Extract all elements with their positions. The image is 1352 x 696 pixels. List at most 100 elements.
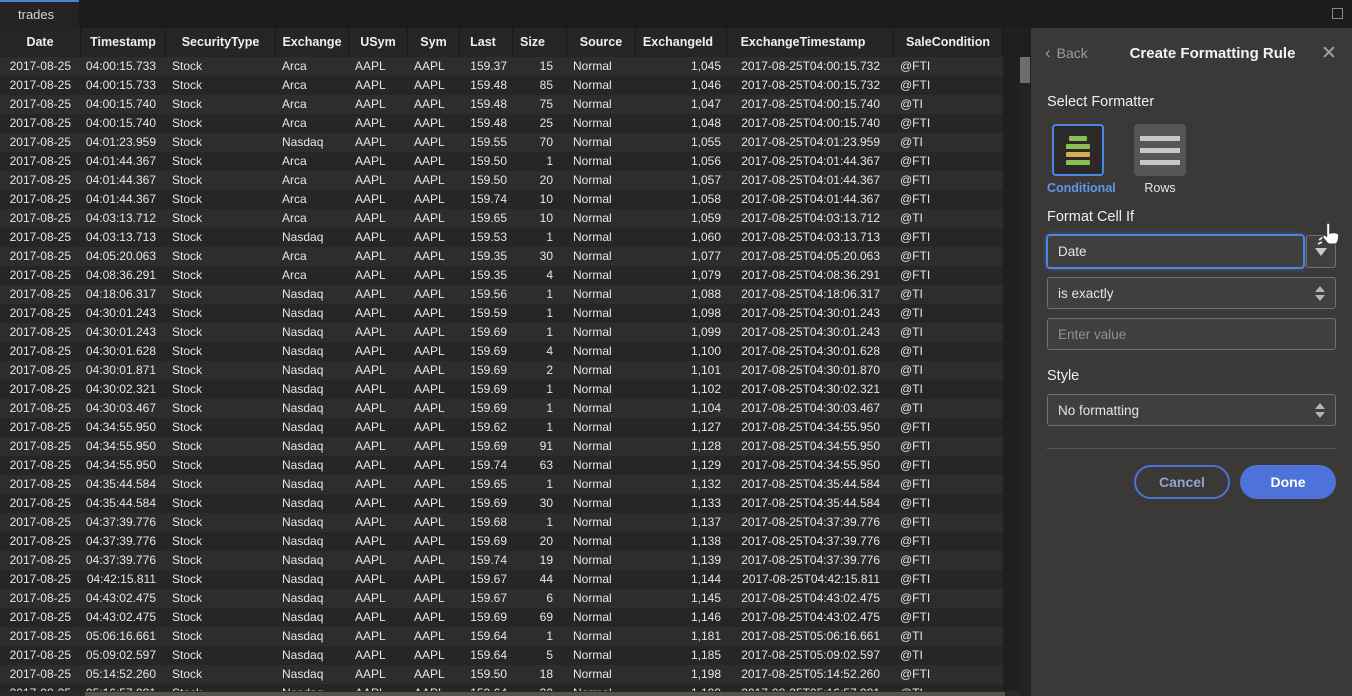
- close-icon[interactable]: ✕: [1316, 42, 1342, 65]
- column-header-source[interactable]: Source: [567, 28, 636, 57]
- cell: AAPL: [408, 76, 460, 95]
- column-header-salecondition[interactable]: SaleCondition: [894, 28, 1003, 57]
- formatter-option-rows[interactable]: [1134, 124, 1186, 176]
- cell: Stock: [166, 532, 276, 551]
- column-dropdown-value: Date: [1047, 235, 1304, 268]
- cell: 2017-08-25: [0, 646, 81, 665]
- cell: 159.48: [460, 76, 513, 95]
- cell: 159.69: [460, 494, 513, 513]
- table-row[interactable]: 2017-08-2505:09:02.597StockNasdaqAAPLAAP…: [0, 646, 1003, 665]
- cell: 04:34:55.950: [81, 437, 166, 456]
- done-button[interactable]: Done: [1240, 465, 1336, 499]
- table-row[interactable]: 2017-08-2505:14:52.260StockNasdaqAAPLAAP…: [0, 665, 1003, 684]
- cell: AAPL: [349, 399, 408, 418]
- table-row[interactable]: 2017-08-2504:01:44.367StockArcaAAPLAAPL1…: [0, 171, 1003, 190]
- cell: AAPL: [408, 399, 460, 418]
- table-row[interactable]: 2017-08-2504:42:15.811StockNasdaqAAPLAAP…: [0, 570, 1003, 589]
- table-row[interactable]: 2017-08-2504:00:15.733StockArcaAAPLAAPL1…: [0, 57, 1003, 76]
- horizontal-scrollbar-thumb[interactable]: [85, 692, 1005, 696]
- cell: 2017-08-25: [0, 380, 81, 399]
- cell: 2017-08-25: [0, 133, 81, 152]
- cell: 04:35:44.584: [81, 475, 166, 494]
- cell: 2017-08-25: [0, 513, 81, 532]
- column-header-sym[interactable]: Sym: [408, 28, 460, 57]
- vertical-scrollbar-thumb[interactable]: [1020, 57, 1030, 83]
- table-row[interactable]: 2017-08-2504:00:15.733StockArcaAAPLAAPL1…: [0, 76, 1003, 95]
- table-row[interactable]: 2017-08-2504:43:02.475StockNasdaqAAPLAAP…: [0, 589, 1003, 608]
- table-row[interactable]: 2017-08-2504:37:39.776StockNasdaqAAPLAAP…: [0, 551, 1003, 570]
- cell: @FTI: [894, 494, 1003, 513]
- column-header-usym[interactable]: USym: [349, 28, 408, 57]
- table-row[interactable]: 2017-08-2504:08:36.291StockArcaAAPLAAPL1…: [0, 266, 1003, 285]
- table-row[interactable]: 2017-08-2504:01:44.367StockArcaAAPLAAPL1…: [0, 152, 1003, 171]
- table-row[interactable]: 2017-08-2504:34:55.950StockNasdaqAAPLAAP…: [0, 418, 1003, 437]
- cell: Stock: [166, 418, 276, 437]
- cell: Nasdaq: [276, 608, 349, 627]
- table-row[interactable]: 2017-08-2504:35:44.584StockNasdaqAAPLAAP…: [0, 494, 1003, 513]
- table-row[interactable]: 2017-08-2504:37:39.776StockNasdaqAAPLAAP…: [0, 532, 1003, 551]
- style-select-value: No formatting: [1058, 403, 1315, 418]
- cell: Nasdaq: [276, 380, 349, 399]
- table-row[interactable]: 2017-08-2504:18:06.317StockNasdaqAAPLAAP…: [0, 285, 1003, 304]
- tab-trades[interactable]: trades: [0, 0, 79, 28]
- table-row[interactable]: 2017-08-2504:03:13.712StockArcaAAPLAAPL1…: [0, 209, 1003, 228]
- column-header-last[interactable]: Last: [460, 28, 513, 57]
- cell: 2017-08-25T04:34:55.950: [727, 437, 894, 456]
- cell: 1: [513, 627, 567, 646]
- column-header-securitytype[interactable]: SecurityType: [166, 28, 276, 57]
- column-header-exchangetimestamp[interactable]: ExchangeTimestamp: [727, 28, 894, 57]
- formatter-option-conditional[interactable]: [1052, 124, 1104, 176]
- cell: Normal: [567, 152, 636, 171]
- cell: 04:37:39.776: [81, 532, 166, 551]
- table-row[interactable]: 2017-08-2504:30:01.243StockNasdaqAAPLAAP…: [0, 304, 1003, 323]
- table-row[interactable]: 2017-08-2504:01:44.367StockArcaAAPLAAPL1…: [0, 190, 1003, 209]
- column-header-exchangeid[interactable]: ExchangeId: [636, 28, 727, 57]
- table-row[interactable]: 2017-08-2504:34:55.950StockNasdaqAAPLAAP…: [0, 437, 1003, 456]
- cell: AAPL: [349, 57, 408, 76]
- table-row[interactable]: 2017-08-2504:00:15.740StockArcaAAPLAAPL1…: [0, 95, 1003, 114]
- column-header-date[interactable]: Date: [0, 28, 81, 57]
- cell: 2017-08-25: [0, 399, 81, 418]
- cell: 20: [513, 171, 567, 190]
- table-row[interactable]: 2017-08-2504:37:39.776StockNasdaqAAPLAAP…: [0, 513, 1003, 532]
- maximize-icon[interactable]: [1332, 8, 1343, 19]
- cell: Stock: [166, 323, 276, 342]
- cell: @FTI: [894, 418, 1003, 437]
- column-header-size[interactable]: Size: [513, 28, 567, 57]
- table-row[interactable]: 2017-08-2504:30:01.871StockNasdaqAAPLAAP…: [0, 361, 1003, 380]
- cell: 1,132: [636, 475, 727, 494]
- table-row[interactable]: 2017-08-2504:05:20.063StockArcaAAPLAAPL1…: [0, 247, 1003, 266]
- table-row[interactable]: 2017-08-2504:30:01.628StockNasdaqAAPLAAP…: [0, 342, 1003, 361]
- style-select[interactable]: No formatting: [1047, 394, 1336, 426]
- table-row[interactable]: 2017-08-2504:43:02.475StockNasdaqAAPLAAP…: [0, 608, 1003, 627]
- column-header-timestamp[interactable]: Timestamp: [81, 28, 166, 57]
- column-dropdown[interactable]: Date: [1047, 235, 1336, 268]
- cell: 1,088: [636, 285, 727, 304]
- cell: Stock: [166, 513, 276, 532]
- table-row[interactable]: 2017-08-2505:06:16.661StockNasdaqAAPLAAP…: [0, 627, 1003, 646]
- table-row[interactable]: 2017-08-2504:30:01.243StockNasdaqAAPLAAP…: [0, 323, 1003, 342]
- tab-bar: trades: [0, 0, 1352, 28]
- vertical-scrollbar[interactable]: [1019, 57, 1031, 696]
- back-button[interactable]: ‹ Back: [1045, 45, 1109, 61]
- cell: AAPL: [408, 418, 460, 437]
- table-row[interactable]: 2017-08-2504:03:13.713StockNasdaqAAPLAAP…: [0, 228, 1003, 247]
- table-row[interactable]: 2017-08-2504:35:44.584StockNasdaqAAPLAAP…: [0, 475, 1003, 494]
- horizontal-scrollbar[interactable]: [0, 691, 1019, 696]
- table-row[interactable]: 2017-08-2504:30:03.467StockNasdaqAAPLAAP…: [0, 399, 1003, 418]
- cancel-button[interactable]: Cancel: [1134, 465, 1230, 499]
- column-header-exchange[interactable]: Exchange: [276, 28, 349, 57]
- cell: Normal: [567, 570, 636, 589]
- cell: 2017-08-25T04:34:55.950: [727, 418, 894, 437]
- operator-select[interactable]: is exactly: [1047, 277, 1336, 309]
- dropdown-arrow-button[interactable]: [1306, 235, 1336, 268]
- cell: AAPL: [408, 627, 460, 646]
- cell: AAPL: [349, 418, 408, 437]
- table-row[interactable]: 2017-08-2504:01:23.959StockNasdaqAAPLAAP…: [0, 133, 1003, 152]
- value-input[interactable]: [1047, 318, 1336, 350]
- cell: Normal: [567, 57, 636, 76]
- cell: @FTI: [894, 266, 1003, 285]
- table-row[interactable]: 2017-08-2504:30:02.321StockNasdaqAAPLAAP…: [0, 380, 1003, 399]
- table-row[interactable]: 2017-08-2504:34:55.950StockNasdaqAAPLAAP…: [0, 456, 1003, 475]
- table-row[interactable]: 2017-08-2504:00:15.740StockArcaAAPLAAPL1…: [0, 114, 1003, 133]
